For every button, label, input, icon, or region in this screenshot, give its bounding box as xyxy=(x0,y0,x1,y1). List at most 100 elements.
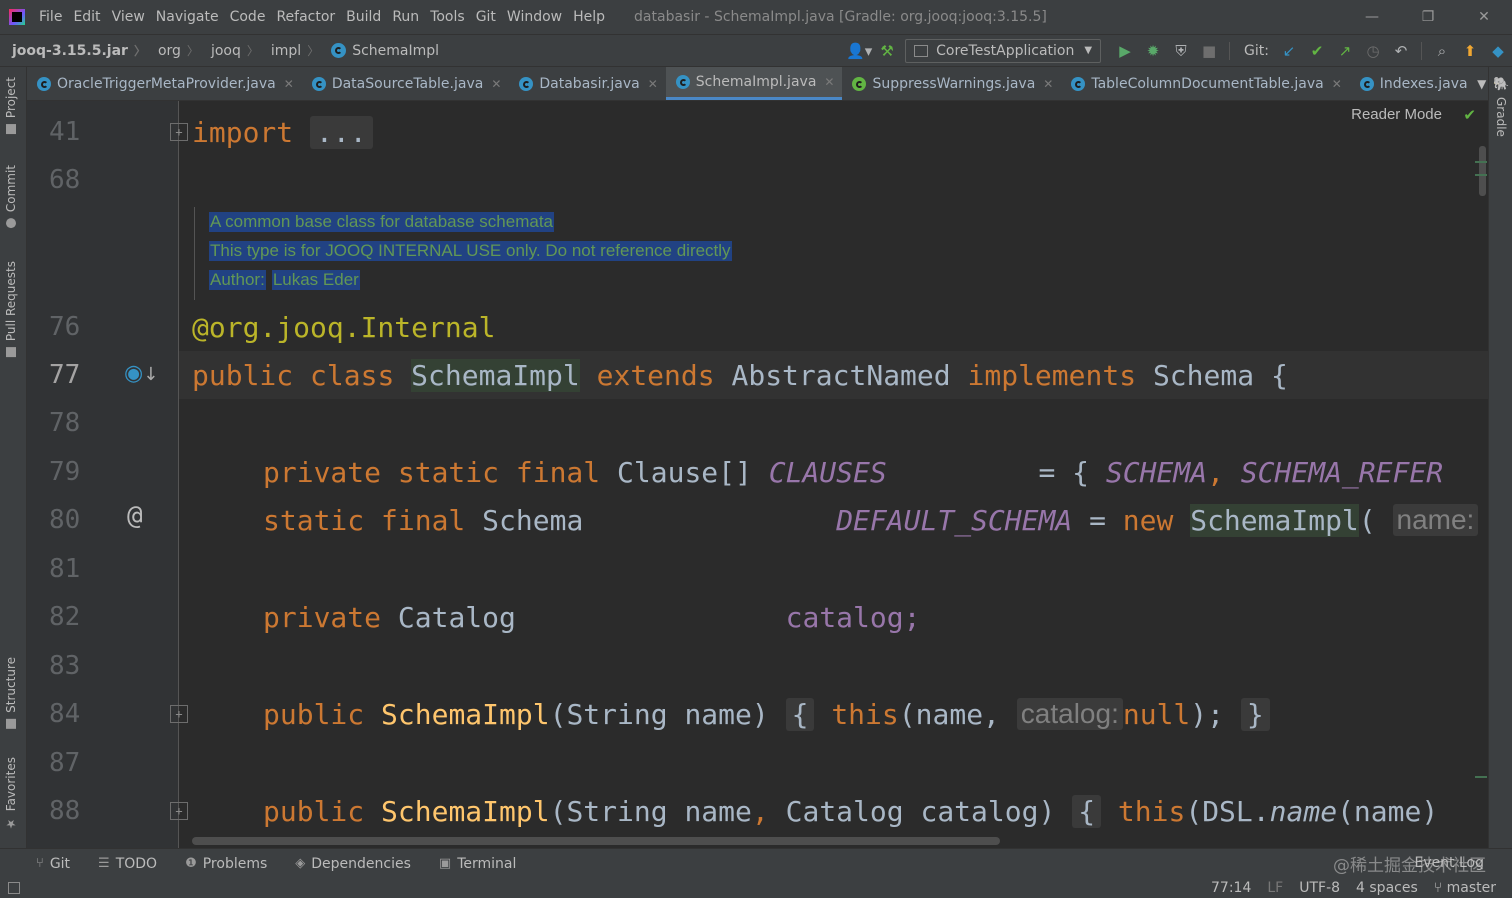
menu-refactor[interactable]: Refactor xyxy=(276,9,335,25)
inspection-ok-icon[interactable]: ✔ xyxy=(1463,106,1476,124)
breadcrumb-jar[interactable]: jooq-3.15.5.jar 〉 xyxy=(0,42,146,59)
tool-tab-structure[interactable]: Structure xyxy=(4,657,18,729)
rollback-icon[interactable]: ↶ xyxy=(1387,37,1415,65)
tool-git[interactable]: ⑂ Git xyxy=(36,856,70,872)
tool-todo[interactable]: ☰ TODO xyxy=(98,856,157,872)
tool-problems[interactable]: ❶ Problems xyxy=(185,856,267,872)
tool-dependencies[interactable]: ◈ Dependencies xyxy=(295,856,411,872)
tool-tab-pull-requests[interactable]: Pull Requests xyxy=(4,261,18,358)
reader-mode-button[interactable]: Reader Mode xyxy=(1351,106,1442,123)
tab-table-column-doc[interactable]: TableColumnDocumentTable.java ✕ xyxy=(1061,67,1349,100)
menu-file[interactable]: File xyxy=(39,9,62,25)
code-line-80: static final Schema DEFAULT_SCHEMA = new… xyxy=(263,496,1488,544)
line-number: 88 xyxy=(49,796,81,826)
breadcrumb-class[interactable]: SchemaImpl xyxy=(319,43,439,59)
constructor-name: SchemaImpl xyxy=(381,794,550,828)
folded-brace[interactable]: { xyxy=(785,697,815,731)
window-title: databasir - SchemaImpl.java [Gradle: org… xyxy=(634,9,1047,25)
annotation-gutter-icon[interactable]: @ xyxy=(127,501,143,531)
close-icon[interactable]: ✕ xyxy=(1043,77,1053,91)
coverage-icon[interactable]: ⛨ xyxy=(1167,37,1195,65)
tab-indexes[interactable]: Indexes.java xyxy=(1350,67,1476,100)
menu-tools[interactable]: Tools xyxy=(430,9,465,25)
tool-label: Git xyxy=(49,855,71,872)
folded-imports[interactable]: ... xyxy=(310,115,373,149)
restore-icon[interactable]: ❐ xyxy=(1400,0,1456,34)
code-line-88: public SchemaImpl (String name, Catalog c… xyxy=(263,787,1438,835)
base-class: AbstractNamed xyxy=(731,358,951,392)
tab-databasir[interactable]: Databasir.java ✕ xyxy=(509,67,665,100)
git-commit-icon[interactable]: ✔ xyxy=(1303,37,1331,65)
line-number: 84 xyxy=(49,699,81,729)
run-icon[interactable]: ▶ xyxy=(1111,37,1139,65)
chevron-down-icon[interactable]: ▼ xyxy=(1476,67,1488,100)
search-icon[interactable]: ⌕ xyxy=(1428,37,1456,65)
vertical-scrollbar[interactable] xyxy=(1479,146,1486,196)
debug-icon[interactable]: ✹ xyxy=(1139,37,1167,65)
git-update-icon[interactable]: ↙ xyxy=(1275,37,1303,65)
tool-tab-gradle[interactable]: Gradle xyxy=(1494,97,1508,137)
menu-help[interactable]: Help xyxy=(573,9,605,25)
tool-tab-favorites[interactable]: ★ Favorites xyxy=(4,757,18,831)
menu-edit[interactable]: Edit xyxy=(73,9,100,25)
tool-terminal[interactable]: ▣ Terminal xyxy=(439,856,516,872)
code-line-76: @org.jooq.Internal xyxy=(192,310,496,344)
tab-suppress-warnings[interactable]: SuppressWarnings.java ✕ xyxy=(842,67,1061,100)
folded-brace[interactable]: } xyxy=(1240,697,1270,731)
menu-code[interactable]: Code xyxy=(230,9,266,25)
folded-brace[interactable]: { xyxy=(1072,794,1102,828)
menu-window[interactable]: Window xyxy=(507,9,562,25)
divider xyxy=(1421,41,1422,60)
modifiers: private static final xyxy=(263,455,601,489)
close-icon[interactable]: ✕ xyxy=(491,77,501,91)
tab-schemaimpl[interactable]: SchemaImpl.java ✕ xyxy=(665,67,843,100)
breadcrumb-org[interactable]: org 〉 xyxy=(146,42,199,59)
close-window-icon[interactable]: ✕ xyxy=(1456,0,1512,34)
update-icon[interactable]: ⬆ xyxy=(1456,37,1484,65)
menu-run[interactable]: Run xyxy=(392,9,419,25)
horizontal-scrollbar[interactable] xyxy=(192,837,1000,845)
breadcrumb-impl[interactable]: impl 〉 xyxy=(259,42,319,59)
editor-tabs: OracleTriggerMetaProvider.java ✕ DataSour… xyxy=(27,67,1488,101)
menu-git[interactable]: Git xyxy=(476,9,496,25)
git-branch[interactable]: ⑂ master xyxy=(1434,880,1496,896)
close-icon[interactable]: ✕ xyxy=(648,77,658,91)
stop-icon[interactable]: ■ xyxy=(1195,37,1223,65)
class-name: SchemaImpl xyxy=(411,358,580,392)
user-icon[interactable]: 👤▾ xyxy=(845,37,873,65)
file-encoding[interactable]: UTF-8 xyxy=(1299,880,1340,896)
tool-tab-project[interactable]: Project xyxy=(4,77,18,135)
tool-tab-label: Commit xyxy=(4,165,18,213)
constructor-name: SchemaImpl xyxy=(381,697,550,731)
breadcrumb-jooq[interactable]: jooq 〉 xyxy=(199,42,259,59)
close-icon[interactable]: ✕ xyxy=(824,75,834,89)
history-icon[interactable]: ◷ xyxy=(1359,37,1387,65)
close-icon[interactable]: ✕ xyxy=(284,77,294,91)
indent-setting[interactable]: 4 spaces xyxy=(1356,880,1418,896)
error-stripe-marker[interactable] xyxy=(1475,776,1487,778)
parameter-hint: name: xyxy=(1392,504,1479,536)
error-stripe-marker[interactable] xyxy=(1475,174,1487,176)
implements-gutter-icon[interactable]: ◉↓ xyxy=(124,361,158,391)
tool-window-toggle-icon[interactable] xyxy=(8,882,20,894)
run-config-select[interactable]: CoreTestApplication ▼ xyxy=(905,38,1102,63)
menu-navigate[interactable]: Navigate xyxy=(156,9,219,25)
menu-build[interactable]: Build xyxy=(346,9,381,25)
build-hammer-icon[interactable]: ⚒ xyxy=(873,37,901,65)
code-area[interactable]: import ... A common base class for datab… xyxy=(179,101,1488,848)
menu-view[interactable]: View xyxy=(112,9,145,25)
tab-oracle-trigger[interactable]: OracleTriggerMetaProvider.java ✕ xyxy=(27,67,302,100)
tool-tab-commit[interactable]: Commit xyxy=(4,165,18,229)
caret-position[interactable]: 77:14 xyxy=(1211,880,1251,896)
keyword: class xyxy=(310,358,395,392)
gradle-icon: 🐘 xyxy=(1493,77,1510,92)
chevron-right-icon: 〉 xyxy=(246,44,259,58)
minimize-icon[interactable]: — xyxy=(1344,0,1400,34)
close-icon[interactable]: ✕ xyxy=(1332,77,1342,91)
error-stripe-marker[interactable] xyxy=(1475,161,1487,163)
line-separator[interactable]: LF xyxy=(1267,880,1283,896)
git-push-icon[interactable]: ↗ xyxy=(1331,37,1359,65)
tab-datasource-table[interactable]: DataSourceTable.java ✕ xyxy=(302,67,510,100)
code-editor[interactable]: 41 68 76 77 78 79 80 81 82 83 84 87 88 ◉… xyxy=(27,101,1488,848)
plugin-logo-icon[interactable]: ◆ xyxy=(1484,37,1512,65)
